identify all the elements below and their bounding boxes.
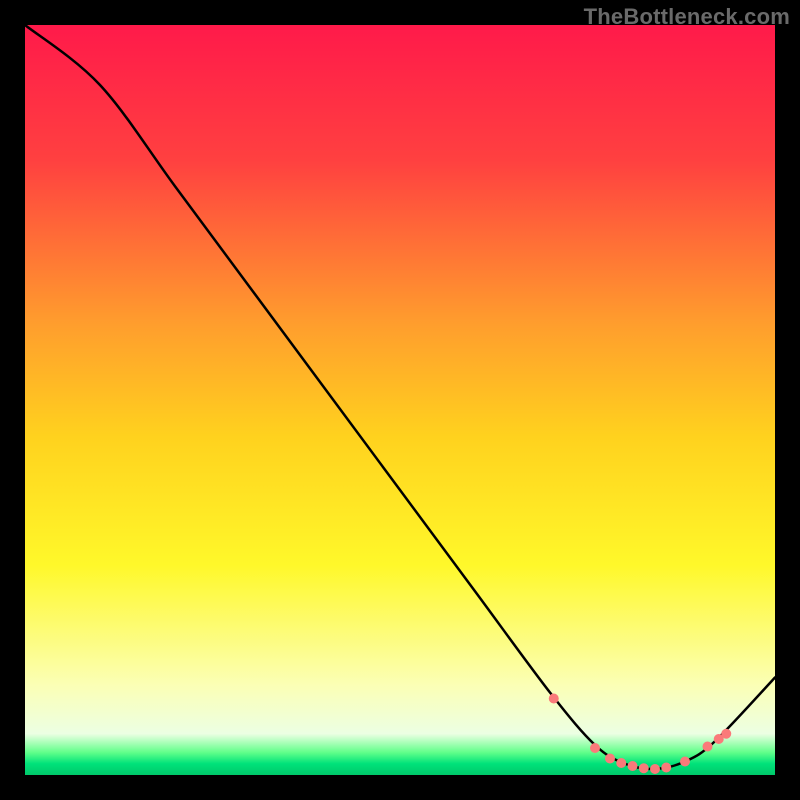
marker-point <box>639 763 649 773</box>
background-gradient <box>25 25 775 775</box>
marker-point <box>680 757 690 767</box>
plot-area <box>25 25 775 775</box>
marker-point <box>703 742 713 752</box>
watermark-text: TheBottleneck.com <box>584 4 790 30</box>
marker-point <box>650 764 660 774</box>
marker-point <box>721 729 731 739</box>
marker-point <box>549 694 559 704</box>
chart-svg <box>25 25 775 775</box>
marker-point <box>628 761 638 771</box>
marker-point <box>616 758 626 768</box>
marker-point <box>605 754 615 764</box>
marker-point <box>590 743 600 753</box>
chart-frame: TheBottleneck.com <box>0 0 800 800</box>
marker-point <box>661 763 671 773</box>
